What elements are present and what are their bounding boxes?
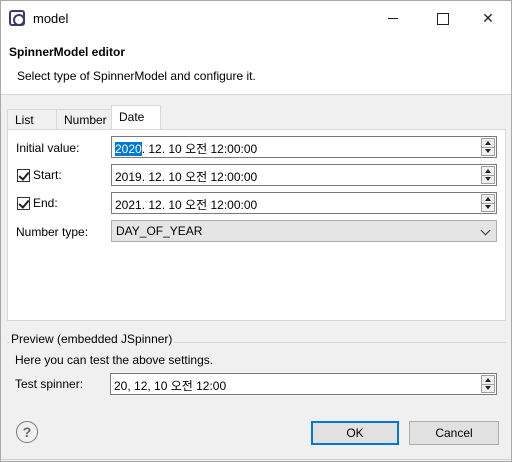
maximize-icon[interactable] [419,1,465,35]
spin-up-down-icon[interactable] [481,194,495,212]
preview-description: Here you can test the above settings. [15,353,214,367]
help-icon[interactable]: ? [16,421,38,443]
editor-header: SpinnerModel editor Select type of Spinn… [1,35,511,95]
start-spinner[interactable]: 2019. 12. 10 오전 12:00:00 [111,164,497,186]
initial-value-spinner[interactable]: 2020. 12. 10 오전 12:00:00 [111,136,497,158]
spin-up-down-icon[interactable] [481,166,495,184]
date-tab-panel: Initial value: 2020. 12. 10 오전 12:00:00 … [7,129,506,321]
end-label: End: [33,196,58,210]
number-type-value: DAY_OF_YEAR [116,224,203,238]
window-title: model [33,11,69,26]
initial-value-rest: . 12. 10 오전 12:00:00 [141,142,258,156]
start-checkbox[interactable] [17,169,30,182]
end-value[interactable]: 2021. 12. 10 오전 12:00:00 [115,196,257,213]
spin-up-down-icon[interactable] [481,375,495,393]
ok-button[interactable]: OK [311,421,399,445]
test-spinner-label: Test spinner: [15,377,84,391]
header-title: SpinnerModel editor [9,45,126,59]
initial-value-label: Initial value: [16,141,80,155]
title-bar: model ✕ [1,1,511,35]
header-description: Select type of SpinnerModel and configur… [17,69,256,83]
tab-list[interactable]: List [7,109,57,129]
initial-year-selection: 2020 [115,142,142,156]
eclipse-app-icon [9,10,25,26]
test-spinner[interactable]: 20, 12, 10 오전 12:00 [110,373,497,395]
cancel-button[interactable]: Cancel [409,421,499,445]
tab-number[interactable]: Number [56,109,113,129]
chevron-down-icon [480,225,491,236]
close-icon[interactable]: ✕ [465,1,511,35]
end-checkbox[interactable] [17,197,30,210]
preview-group-title: Preview (embedded JSpinner) [9,332,175,346]
test-spinner-value[interactable]: 20, 12, 10 오전 12:00 [114,377,226,394]
divider [1,459,511,460]
initial-value-text[interactable]: 2020. 12. 10 오전 12:00:00 [115,140,257,157]
spin-up-down-icon[interactable] [481,138,495,156]
minimize-icon[interactable] [371,1,417,35]
start-value[interactable]: 2019. 12. 10 오전 12:00:00 [115,168,257,185]
number-type-combo[interactable]: DAY_OF_YEAR [111,220,497,242]
dialog-window: model ✕ SpinnerModel editor Select type … [0,0,512,462]
end-spinner[interactable]: 2021. 12. 10 오전 12:00:00 [111,192,497,214]
tab-date[interactable]: Date [111,105,161,129]
number-type-label: Number type: [16,225,89,239]
start-label: Start: [33,168,62,182]
